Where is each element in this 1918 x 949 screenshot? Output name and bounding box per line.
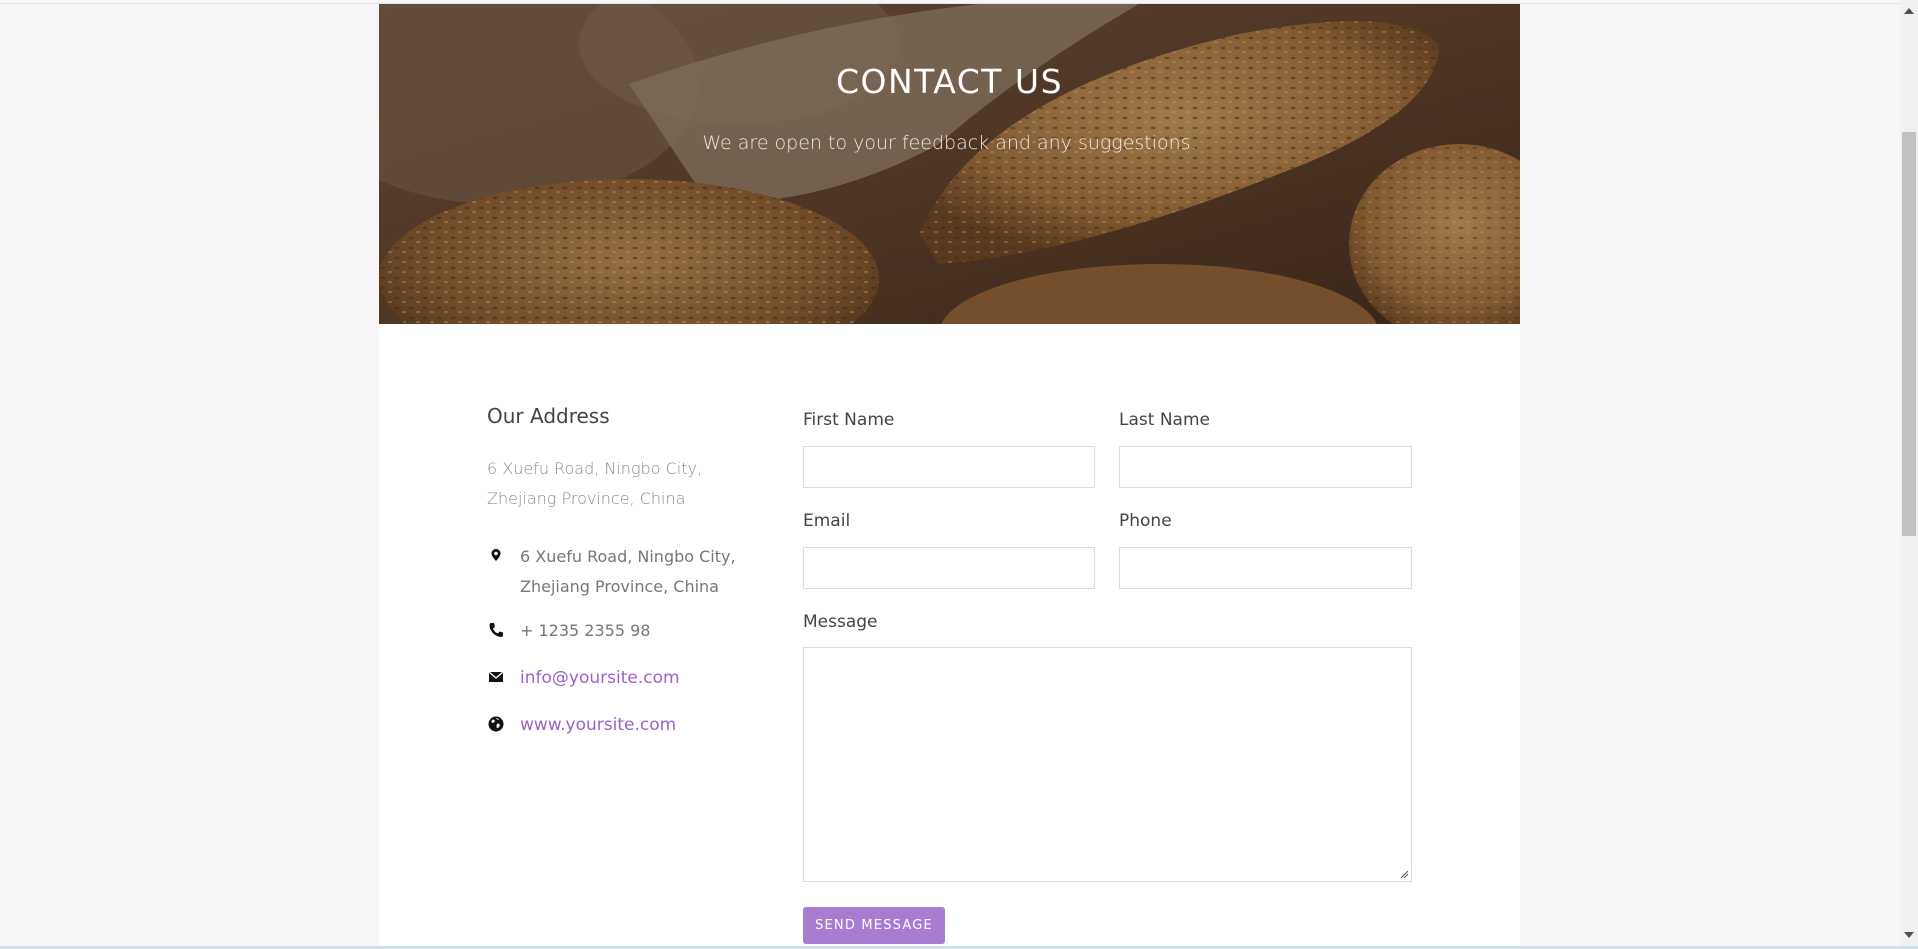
mail-icon [488, 671, 504, 682]
phone-number: + 1235 2355 98 [520, 621, 651, 640]
phone-icon [489, 623, 503, 637]
email-item: info@yoursite.com [487, 663, 772, 693]
email-field[interactable] [803, 547, 1095, 589]
scroll-up-arrow-icon[interactable] [1904, 8, 1914, 14]
page: CONTACT US We are open to your feedback … [0, 0, 1918, 949]
content-container: CONTACT US We are open to your feedback … [379, 4, 1520, 946]
phone-label: Phone [1119, 511, 1172, 531]
scrollbar[interactable] [1900, 0, 1918, 946]
address-item: 6 Xuefu Road, Ningbo City, Zhejiang Prov… [487, 542, 772, 602]
scroll-down-arrow-icon[interactable] [1904, 932, 1914, 938]
email-label: Email [803, 511, 851, 531]
first-name-label: First Name [803, 410, 895, 430]
globe-icon [488, 716, 504, 732]
last-name-field[interactable] [1119, 446, 1412, 488]
first-name-field[interactable] [803, 446, 1095, 488]
page-title: CONTACT US [835, 62, 1064, 101]
address-section: Our Address 6 Xuefu Road, Ningbo City, Z… [487, 404, 772, 735]
website-item: www.yoursite.com [487, 710, 772, 740]
message-label: Message [803, 612, 878, 632]
phone-item: + 1235 2355 98 [487, 616, 772, 646]
map-pin-icon [491, 549, 501, 561]
phone-field[interactable] [1119, 547, 1412, 589]
message-textarea[interactable] [803, 647, 1412, 882]
address-description: 6 Xuefu Road, Ningbo City, Zhejiang Prov… [487, 459, 703, 508]
address-heading: Our Address [487, 404, 610, 428]
resize-handle-icon[interactable] [1399, 869, 1409, 879]
email-link[interactable]: info@yoursite.com [520, 663, 680, 693]
address-item-text: 6 Xuefu Road, Ningbo City, Zhejiang Prov… [520, 547, 736, 596]
hero-banner: CONTACT US We are open to your feedback … [379, 4, 1520, 324]
bread-background-image [379, 4, 1520, 324]
last-name-label: Last Name [1119, 410, 1210, 430]
website-link[interactable]: www.yoursite.com [520, 710, 676, 740]
scrollbar-thumb[interactable] [1902, 132, 1916, 536]
page-subtitle: We are open to your feedback and any sug… [702, 132, 1197, 154]
send-message-button[interactable]: SEND MESSAGE [803, 907, 945, 944]
